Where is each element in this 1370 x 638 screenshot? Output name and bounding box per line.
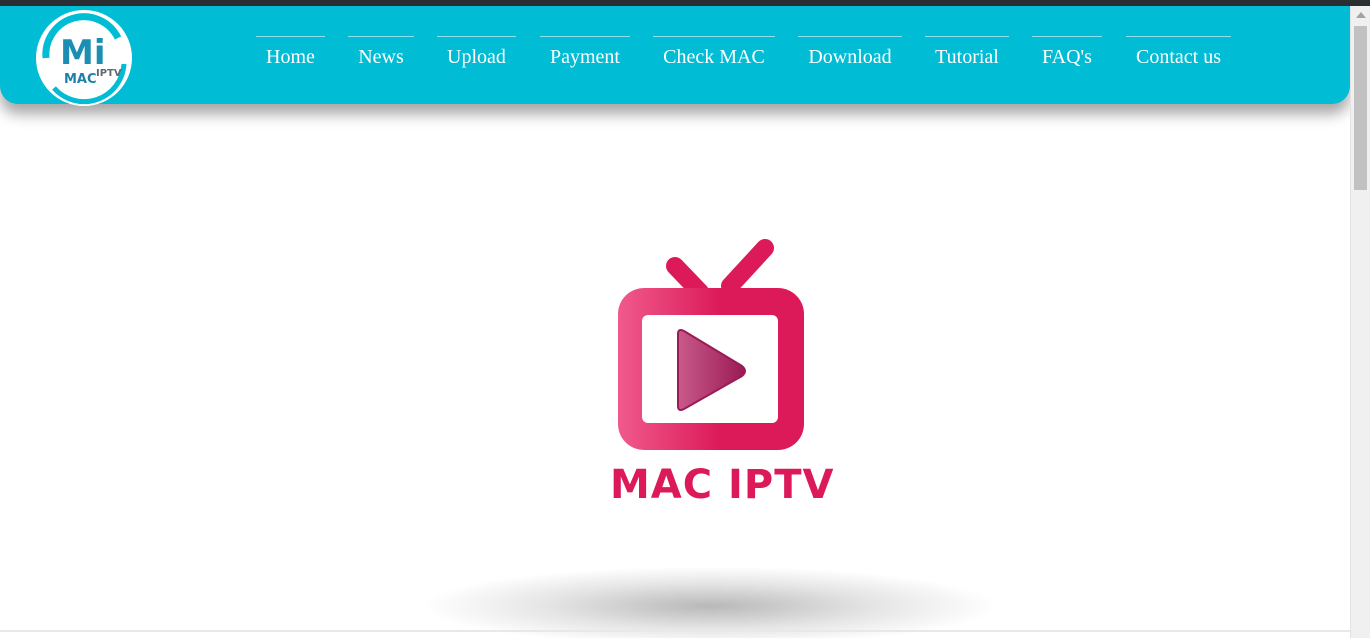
nav-upload[interactable]: Upload: [437, 36, 516, 76]
svg-text:Mi: Mi: [60, 33, 106, 73]
svg-text:MAC: MAC: [64, 72, 97, 87]
content-divider: [0, 630, 1350, 632]
nav-download[interactable]: Download: [798, 36, 902, 76]
page-scrollbar[interactable]: [1350, 6, 1370, 638]
nav-contact-us[interactable]: Contact us: [1126, 36, 1231, 76]
nav-payment[interactable]: Payment: [540, 36, 630, 76]
site-logo[interactable]: Mi MAC IPTV: [32, 8, 136, 108]
scroll-up-arrow-icon[interactable]: [1356, 12, 1366, 18]
nav-faqs[interactable]: FAQ's: [1032, 36, 1102, 76]
scroll-thumb[interactable]: [1354, 26, 1367, 190]
nav-tutorial[interactable]: Tutorial: [925, 36, 1009, 76]
nav-check-mac[interactable]: Check MAC: [653, 36, 775, 76]
tv-play-icon: [618, 239, 804, 450]
mac-iptv-logo-icon: Mi MAC IPTV: [36, 10, 132, 106]
hero-shadow: [420, 566, 1000, 638]
site-header: Mi MAC IPTV Home News Upload Payment Che…: [0, 6, 1350, 106]
nav-news[interactable]: News: [348, 36, 414, 76]
nav-home[interactable]: Home: [256, 36, 325, 76]
svg-text:IPTV: IPTV: [96, 68, 122, 79]
hero-brand-text: MAC IPTV: [610, 462, 835, 508]
